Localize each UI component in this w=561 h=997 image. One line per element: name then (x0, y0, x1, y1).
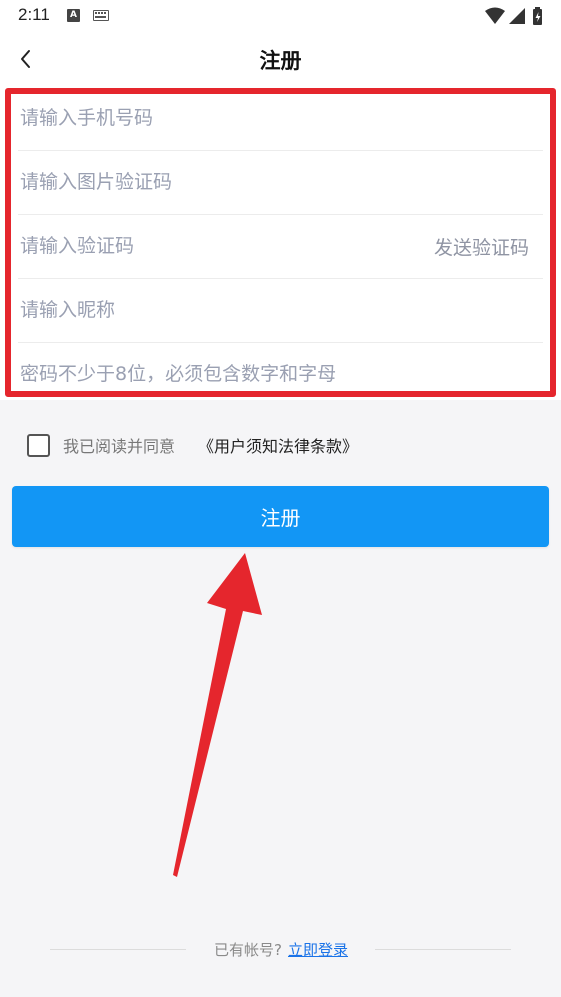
register-button[interactable]: 注册 (12, 486, 549, 547)
registration-form: 发送验证码 (0, 86, 561, 406)
sms-code-input[interactable] (18, 214, 400, 278)
agreement-checkbox[interactable] (27, 434, 50, 457)
status-bar: 2:11 A (0, 0, 561, 34)
arrow-annotation-icon (173, 553, 262, 877)
divider (50, 949, 186, 950)
send-code-button[interactable]: 发送验证码 (434, 233, 529, 260)
footer: 已有帐号? 立即登录 (0, 937, 561, 961)
divider (375, 949, 511, 950)
footer-text: 已有帐号? (214, 941, 282, 959)
app-bar: 注册 (0, 34, 561, 86)
agreement-text: 我已阅读并同意 (63, 437, 176, 456)
sms-code-field-row: 发送验证码 (18, 214, 543, 279)
phone-input[interactable] (18, 86, 400, 150)
a-notification-icon: A (67, 9, 80, 22)
terms-link[interactable]: 《用户须知法律条款》 (198, 433, 358, 457)
phone-field-row (18, 86, 543, 151)
image-captcha-input[interactable] (18, 150, 400, 214)
signal-icon (509, 8, 525, 24)
nickname-input[interactable] (18, 278, 400, 342)
battery-charging-icon (533, 7, 542, 25)
login-link[interactable]: 立即登录 (288, 939, 348, 960)
status-icons (485, 7, 547, 27)
password-field-row (18, 342, 543, 406)
wifi-icon (485, 7, 505, 24)
password-input[interactable] (18, 342, 400, 406)
keyboard-icon (93, 10, 109, 21)
image-captcha-field-row (18, 150, 543, 215)
page-title: 注册 (259, 49, 302, 73)
nickname-field-row (18, 278, 543, 343)
status-time: 2:11 (18, 5, 50, 24)
